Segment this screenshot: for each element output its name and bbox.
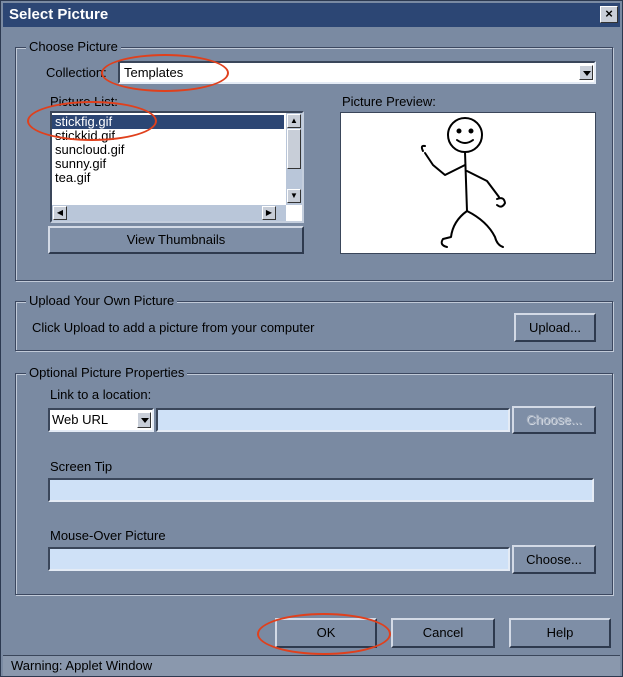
upload-picture-group: Upload Your Own Picture Click Upload to …	[15, 293, 613, 351]
upload-description: Click Upload to add a picture from your …	[32, 320, 315, 335]
chevron-down-icon[interactable]	[137, 412, 151, 428]
link-type-select[interactable]: Web URL	[48, 408, 154, 432]
vertical-scrollbar[interactable]: ▲ ▼	[286, 113, 302, 205]
upload-legend: Upload Your Own Picture	[26, 293, 178, 309]
cancel-button[interactable]: Cancel	[391, 618, 495, 648]
collection-label: Collection:	[46, 65, 107, 80]
scroll-down-icon[interactable]: ▼	[287, 189, 301, 203]
mouseover-choose-button[interactable]: Choose...	[512, 545, 596, 574]
horizontal-scrollbar[interactable]: ◀ ▶	[52, 205, 286, 221]
chevron-down-icon[interactable]	[579, 65, 593, 80]
scrollbar-thumb[interactable]	[287, 129, 301, 169]
link-label: Link to a location:	[50, 387, 152, 402]
list-item[interactable]: suncloud.gif	[52, 143, 284, 157]
ok-button[interactable]: OK	[275, 618, 377, 648]
scroll-right-icon[interactable]: ▶	[262, 206, 276, 220]
picture-preview-label: Picture Preview:	[342, 94, 436, 109]
list-item[interactable]: stickkid.gif	[52, 129, 284, 143]
collection-value: Templates	[124, 65, 184, 80]
picture-listbox[interactable]: stickfig.gif stickkid.gif suncloud.gif sunn…	[50, 111, 304, 223]
select-picture-dialog: Select Picture × Choose Picture Collecti…	[0, 0, 623, 677]
collection-select[interactable]: Templates	[118, 61, 596, 84]
list-item[interactable]: tea.gif	[52, 171, 284, 185]
choose-picture-group: Choose Picture Collection: Templates Pic…	[15, 39, 613, 281]
list-item[interactable]: sunny.gif	[52, 157, 284, 171]
picture-list-label: Picture List:	[50, 94, 118, 109]
title-bar: Select Picture ×	[3, 3, 620, 27]
link-type-value: Web URL	[52, 412, 109, 427]
view-thumbnails-button[interactable]: View Thumbnails	[48, 226, 304, 254]
dialog-title: Select Picture	[9, 6, 109, 23]
mouseover-label: Mouse-Over Picture	[50, 528, 166, 543]
list-item[interactable]: stickfig.gif	[52, 115, 284, 129]
optional-properties-group: Optional Picture Properties Link to a lo…	[15, 365, 613, 595]
link-url-input[interactable]	[156, 408, 510, 432]
status-bar: Warning: Applet Window	[3, 655, 620, 676]
optional-legend: Optional Picture Properties	[26, 365, 188, 381]
choose-picture-legend: Choose Picture	[26, 39, 121, 55]
close-icon[interactable]: ×	[600, 6, 618, 23]
stick-figure-image	[420, 117, 506, 248]
link-choose-button[interactable]: Choose...	[512, 406, 596, 434]
screen-tip-label: Screen Tip	[50, 459, 113, 474]
picture-list: stickfig.gif stickkid.gif suncloud.gif sunn…	[52, 115, 284, 205]
scroll-up-icon[interactable]: ▲	[287, 114, 301, 128]
screen-tip-input[interactable]	[48, 478, 594, 502]
help-button[interactable]: Help	[509, 618, 611, 648]
scroll-left-icon[interactable]: ◀	[53, 206, 67, 220]
picture-preview	[340, 112, 596, 254]
mouseover-input[interactable]	[48, 547, 510, 571]
upload-button[interactable]: Upload...	[514, 313, 596, 342]
